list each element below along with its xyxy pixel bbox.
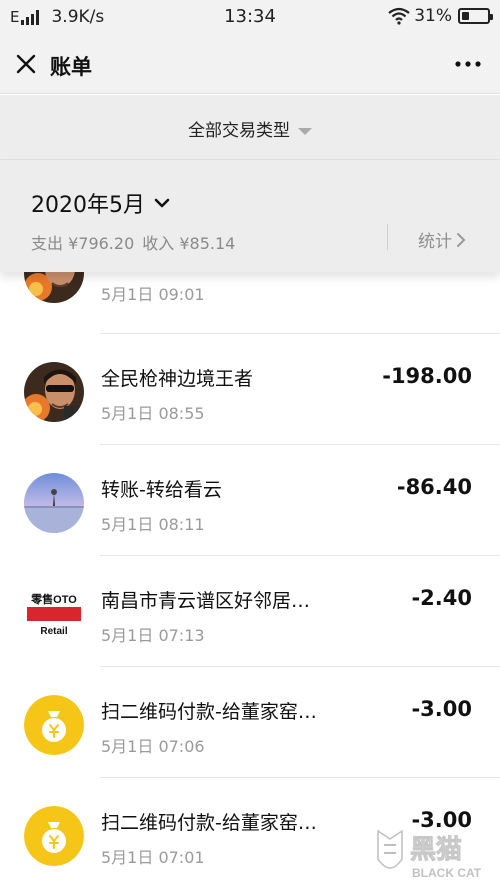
watermark-subtext: BLACK CAT [412, 866, 482, 880]
transaction-row[interactable]: 5月1日 09:01 [0, 272, 500, 325]
game-avatar [24, 362, 84, 422]
store-logo: 零售OTO Retail [24, 584, 84, 644]
battery-percent: 31% [414, 6, 452, 26]
month-picker[interactable]: 2020年5月 [31, 187, 171, 219]
filter-bar: 全部交易类型 [0, 95, 500, 160]
transaction-row[interactable]: 扫二维码付款-给董家窑… 5月1日 07:06 -3.00 [0, 666, 500, 777]
transaction-name: 全民枪神边境王者 [101, 368, 254, 390]
transaction-amount: -86.40 [396, 475, 472, 499]
store-logo-title: 零售OTO [30, 592, 77, 606]
totals: 支出 ¥796.20 收入 ¥85.14 [31, 230, 243, 254]
transaction-name: 转账-转给看云 [101, 479, 222, 501]
transaction-name: 扫二维码付款-给董家窑… [101, 812, 317, 834]
row-divider [100, 333, 500, 334]
transaction-type-filter[interactable]: 全部交易类型 [0, 116, 500, 141]
transaction-amount: -3.00 [411, 697, 472, 721]
more-options-button[interactable] [448, 46, 488, 82]
transaction-row[interactable]: 全民枪神边境王者 5月1日 08:55 -198.00 [0, 333, 500, 444]
close-icon [16, 54, 36, 74]
divider [387, 224, 388, 250]
transaction-time: 5月1日 08:11 [101, 515, 205, 534]
money-bag-icon [24, 695, 84, 755]
statistics-button[interactable]: 统计 [418, 227, 466, 252]
game-avatar [24, 272, 84, 303]
transaction-amount: -198.00 [382, 364, 472, 388]
transaction-time: 5月1日 07:13 [101, 626, 205, 645]
expense-total: 支出 ¥796.20 [31, 234, 135, 253]
transaction-time: 5月1日 09:01 [101, 285, 205, 304]
battery-icon [458, 8, 493, 24]
sunset-avatar [24, 473, 84, 533]
transaction-time: 5月1日 07:06 [101, 737, 205, 756]
status-bar: E 3.9K/s 13:34 31% [0, 0, 500, 34]
status-right: 31% [388, 6, 493, 26]
transaction-row[interactable]: 零售OTO Retail 南昌市青云谱区好邻居… 5月1日 07:13 -2.4… [0, 555, 500, 666]
store-logo-subtitle: Retail [40, 626, 67, 637]
battery-level [462, 12, 470, 20]
money-bag-icon [24, 806, 84, 866]
transaction-time: 5月1日 07:01 [101, 848, 205, 867]
title-bar: 账单 [0, 34, 500, 94]
row-divider [100, 555, 500, 556]
watermark-text: 黑猫 [410, 835, 462, 865]
more-icon [455, 61, 481, 67]
transaction-name: 南昌市青云谱区好邻居… [101, 590, 311, 612]
page-title: 账单 [50, 55, 92, 79]
transaction-list[interactable]: 5月1日 09:01 全民枪神边境王者 5月1日 08:55 -198.00 转… [0, 272, 500, 888]
income-total: 收入 ¥85.14 [142, 234, 236, 253]
transaction-time: 5月1日 08:55 [101, 404, 205, 423]
chevron-down-icon [154, 198, 170, 208]
dropdown-caret-icon [298, 127, 312, 135]
close-button[interactable] [8, 46, 44, 82]
row-divider [100, 444, 500, 445]
statistics-label: 统计 [418, 232, 452, 252]
month-summary: 2020年5月 支出 ¥796.20 收入 ¥85.14 统计 [0, 160, 500, 272]
black-cat-watermark: 黑猫 BLACK CAT [370, 825, 495, 885]
transaction-name: 扫二维码付款-给董家窑… [101, 701, 317, 723]
row-divider [100, 777, 500, 778]
filter-label: 全部交易类型 [188, 121, 290, 141]
row-divider [100, 666, 500, 667]
wifi-icon [388, 7, 410, 25]
month-label: 2020年5月 [31, 193, 145, 218]
transaction-amount: -2.40 [411, 586, 472, 610]
chevron-right-icon [457, 232, 466, 247]
transaction-row[interactable]: 转账-转给看云 5月1日 08:11 -86.40 [0, 444, 500, 555]
